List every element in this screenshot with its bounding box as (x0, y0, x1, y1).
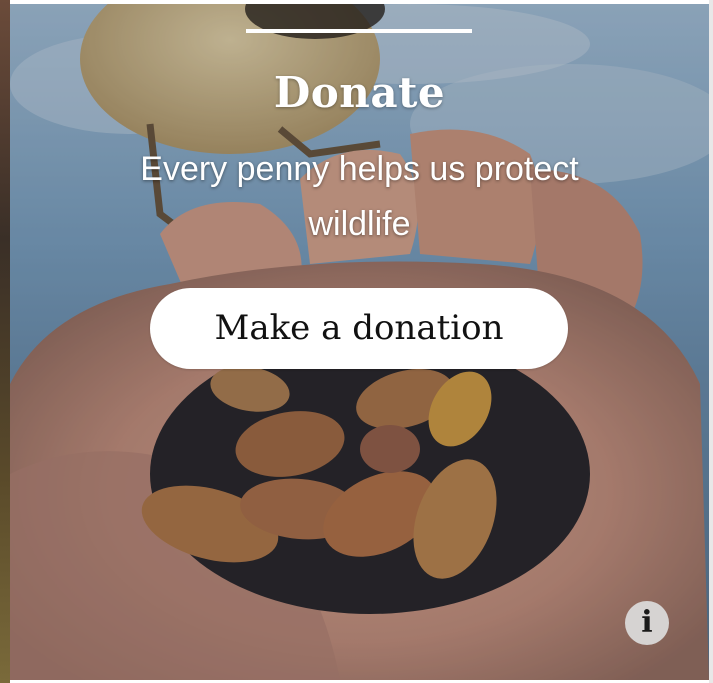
title-divider (246, 29, 472, 33)
donate-banner-frame: Donate Every penny helps us protect wild… (0, 0, 713, 683)
donate-card: Donate Every penny helps us protect wild… (10, 4, 709, 680)
make-donation-button[interactable]: Make a donation (150, 288, 568, 369)
right-border (709, 0, 713, 683)
info-icon[interactable]: i (625, 601, 669, 645)
donate-subtitle: Every penny helps us protect wildlife (140, 150, 579, 243)
donate-title: Donate (273, 68, 446, 117)
adjacent-image-edge (0, 0, 10, 683)
